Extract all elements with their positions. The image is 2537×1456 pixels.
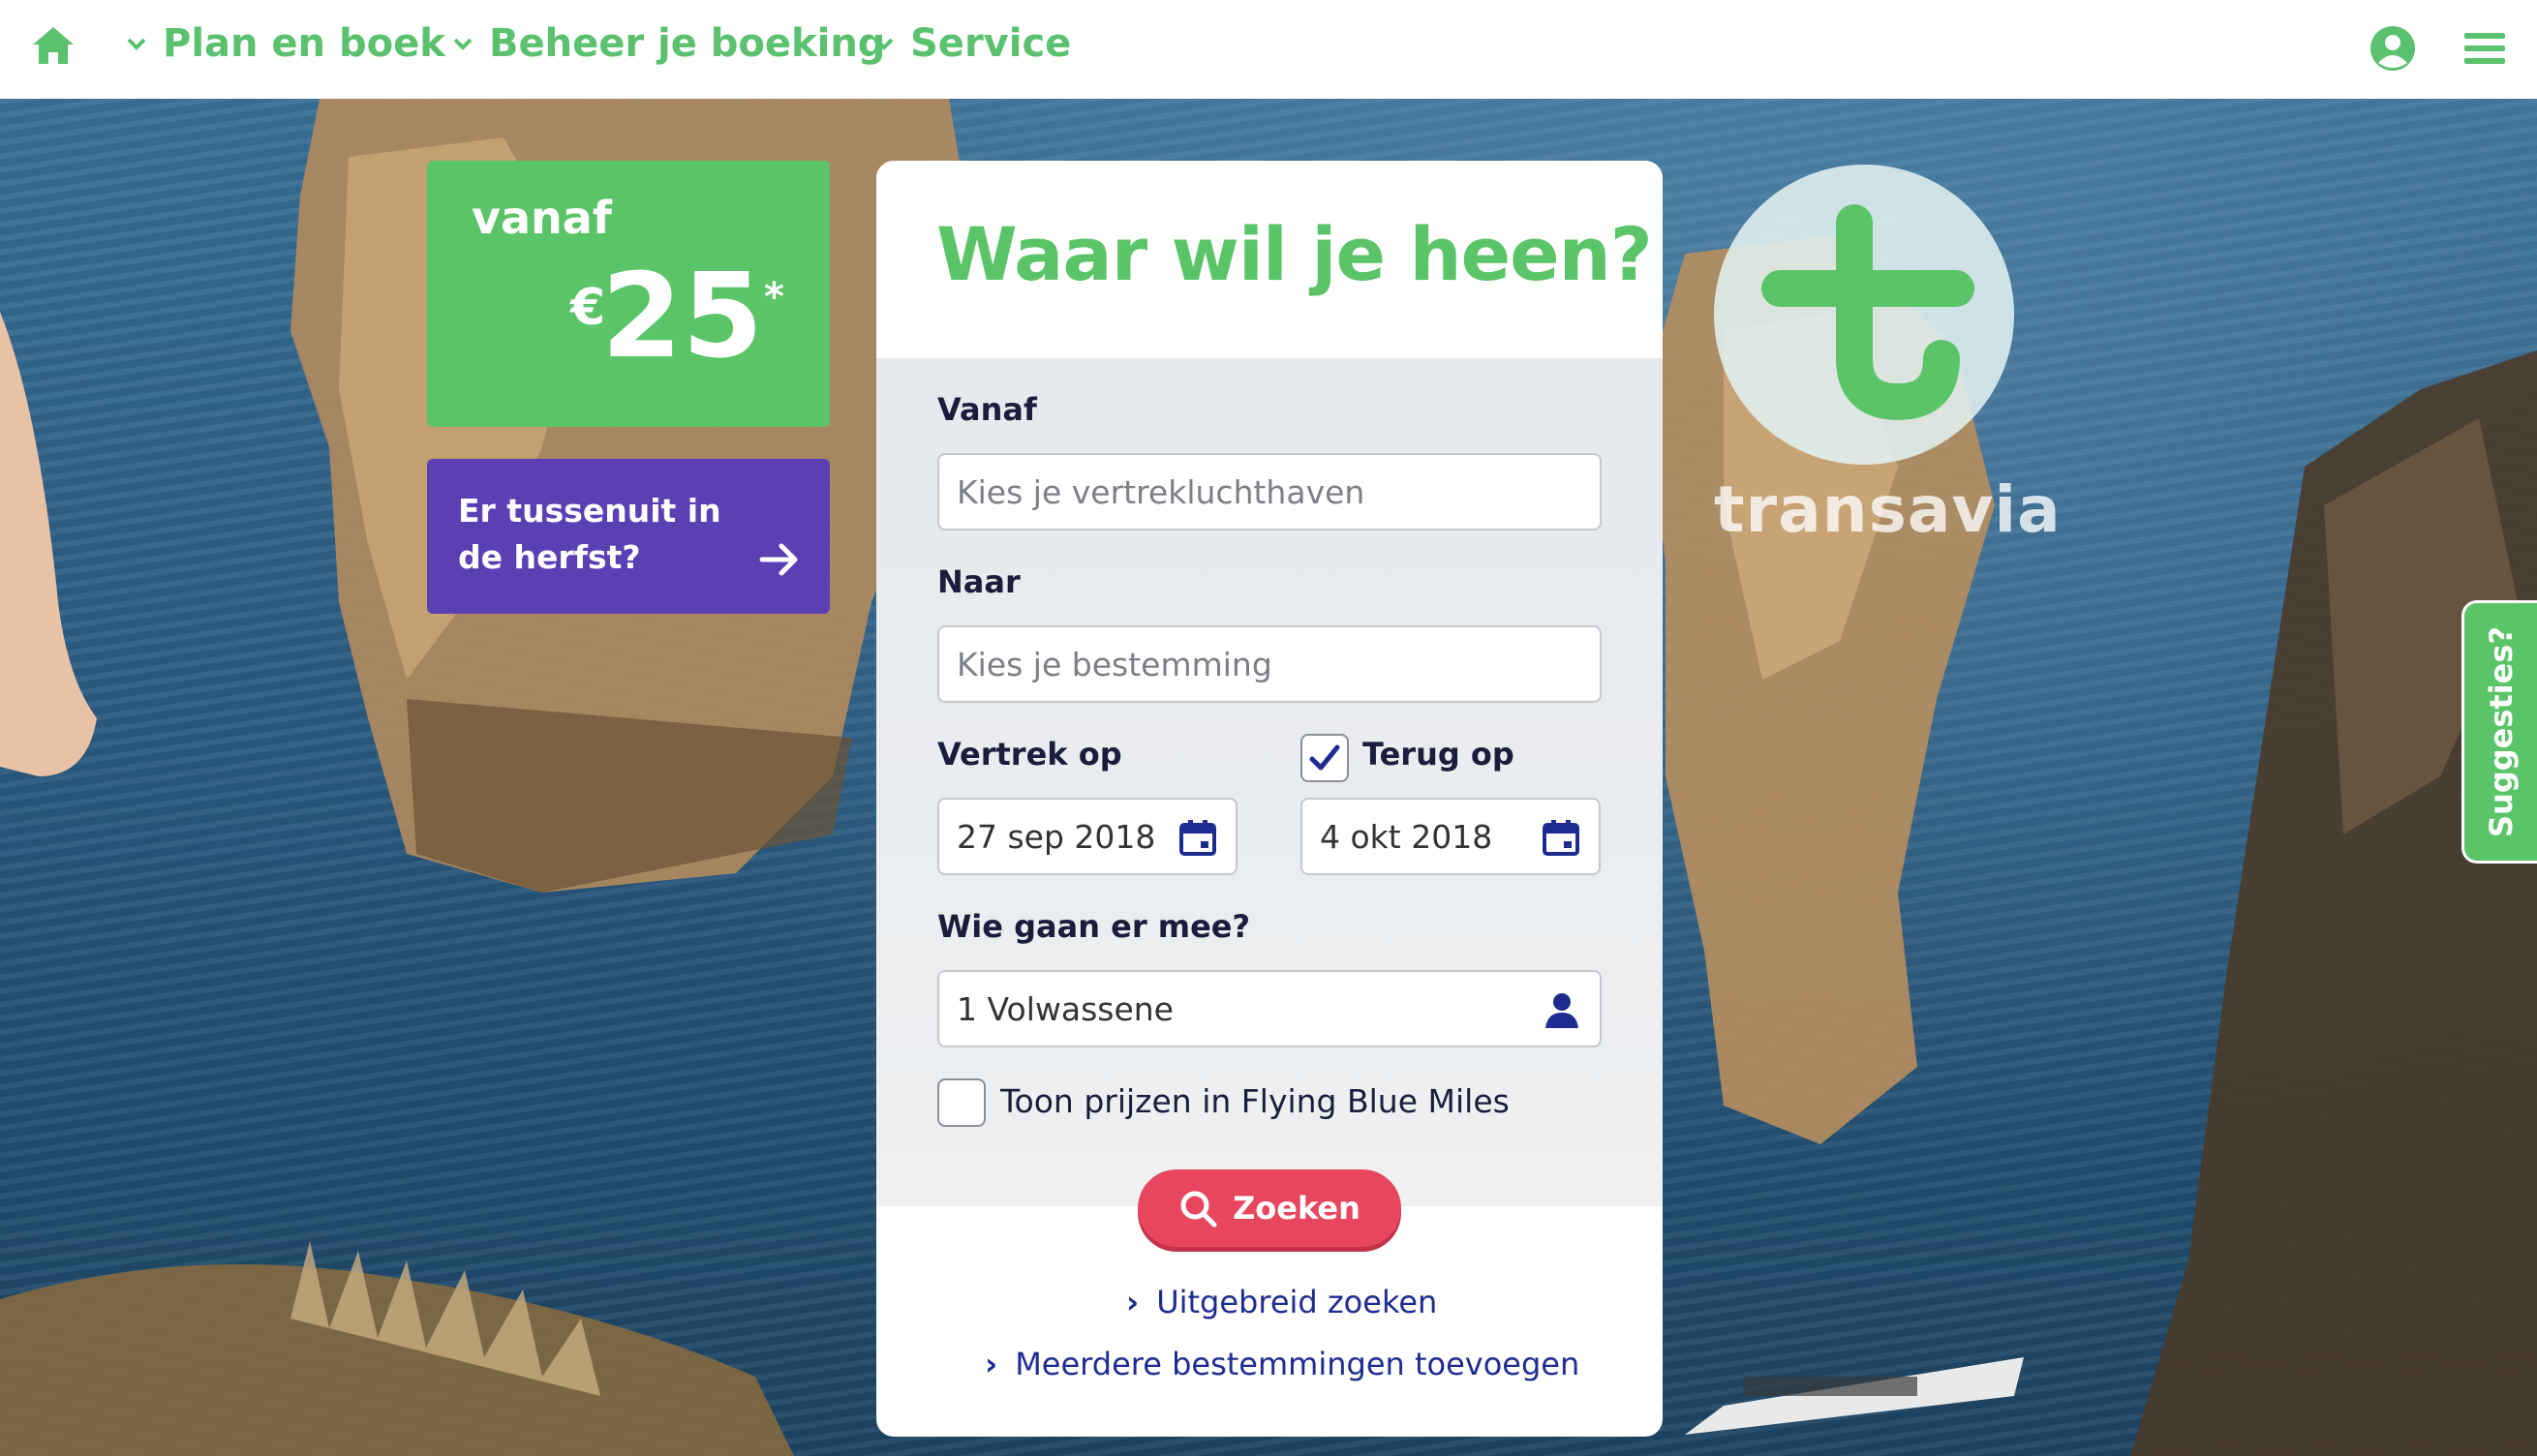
suggestions-label: Suggesties?	[2482, 626, 2520, 837]
advanced-search-link[interactable]: › Uitgebreid zoeken	[1126, 1284, 1437, 1320]
chevron-right-icon: ›	[985, 1346, 998, 1382]
top-navigation: Plan en boek Beheer je boeking Service	[0, 0, 2537, 99]
depart-date-value: 27 sep 2018	[957, 817, 1156, 856]
passengers-field[interactable]: 1 Volwassene	[937, 970, 1602, 1047]
chevron-right-icon: ›	[1126, 1284, 1140, 1320]
depart-label: Vertrek op	[937, 736, 1122, 773]
promo-currency: €	[570, 279, 606, 337]
person-icon	[1545, 993, 1578, 1028]
arrow-right-icon	[759, 543, 798, 576]
to-label: Naar	[937, 563, 1021, 600]
promo-price: 25	[601, 250, 763, 384]
depart-date-field[interactable]: 27 sep 2018	[937, 798, 1238, 875]
from-field[interactable]	[937, 453, 1602, 531]
passengers-value: 1 Volwassene	[957, 989, 1174, 1028]
from-input[interactable]	[957, 455, 1600, 529]
chevron-down-icon	[453, 38, 473, 50]
to-input[interactable]	[957, 627, 1600, 701]
return-date-value: 4 okt 2018	[1320, 817, 1493, 856]
suggestions-tab[interactable]: Suggesties?	[2461, 600, 2537, 864]
transavia-logo-mark	[1714, 165, 2014, 465]
nav-item-label: Plan en boek	[163, 21, 445, 66]
passengers-label: Wie gaan er mee?	[937, 908, 1251, 945]
calendar-icon[interactable]	[1541, 817, 1581, 858]
flying-blue-label: Toon prijzen in Flying Blue Miles	[1000, 1082, 1510, 1120]
promo-from-label: vanaf	[472, 192, 612, 244]
return-date-field[interactable]: 4 okt 2018	[1300, 798, 1601, 875]
nav-item-label: Service	[910, 21, 1072, 66]
price-promo-banner[interactable]: vanaf € 25 *	[427, 161, 830, 427]
from-label: Vanaf	[937, 391, 1037, 428]
flying-blue-checkbox[interactable]	[937, 1078, 986, 1127]
nav-plan-en-boek[interactable]: Plan en boek	[124, 21, 445, 66]
checkmark-icon	[1309, 744, 1340, 771]
search-button[interactable]: Zoeken	[1138, 1169, 1401, 1247]
nav-beheer-je-boeking[interactable]: Beheer je boeking	[450, 21, 885, 66]
promo-asterisk: *	[764, 275, 784, 319]
return-label: Terug op	[1362, 736, 1514, 773]
chevron-down-icon	[127, 38, 146, 50]
flight-search-card: Waar wil je heen? Vanaf Naar Vertrek op …	[876, 161, 1663, 1437]
to-field[interactable]	[937, 625, 1602, 703]
nav-service[interactable]: Service	[871, 21, 1071, 66]
calendar-icon[interactable]	[1177, 817, 1218, 858]
search-title: Waar wil je heen?	[936, 211, 1653, 297]
multi-destination-link[interactable]: › Meerdere bestemmingen toevoegen	[985, 1346, 1579, 1382]
nav-item-label: Beheer je boeking	[489, 21, 886, 66]
transavia-t-icon	[1761, 204, 1974, 421]
return-checkbox[interactable]	[1300, 734, 1349, 782]
home-icon[interactable]	[31, 23, 76, 68]
user-circle-icon[interactable]	[2369, 24, 2417, 73]
hamburger-menu-icon[interactable]	[2464, 31, 2505, 66]
chevron-down-icon	[874, 38, 894, 50]
transavia-logo-text: transavia	[1714, 472, 2062, 547]
autumn-promo-label: Er tussenuit in de herfst?	[458, 492, 721, 576]
search-icon	[1180, 1191, 1217, 1228]
advanced-search-label: Uitgebreid zoeken	[1156, 1284, 1438, 1320]
search-button-label: Zoeken	[1233, 1190, 1360, 1227]
multi-destination-label: Meerdere bestemmingen toevoegen	[1015, 1346, 1580, 1382]
autumn-promo-button[interactable]: Er tussenuit in de herfst?	[427, 459, 830, 614]
